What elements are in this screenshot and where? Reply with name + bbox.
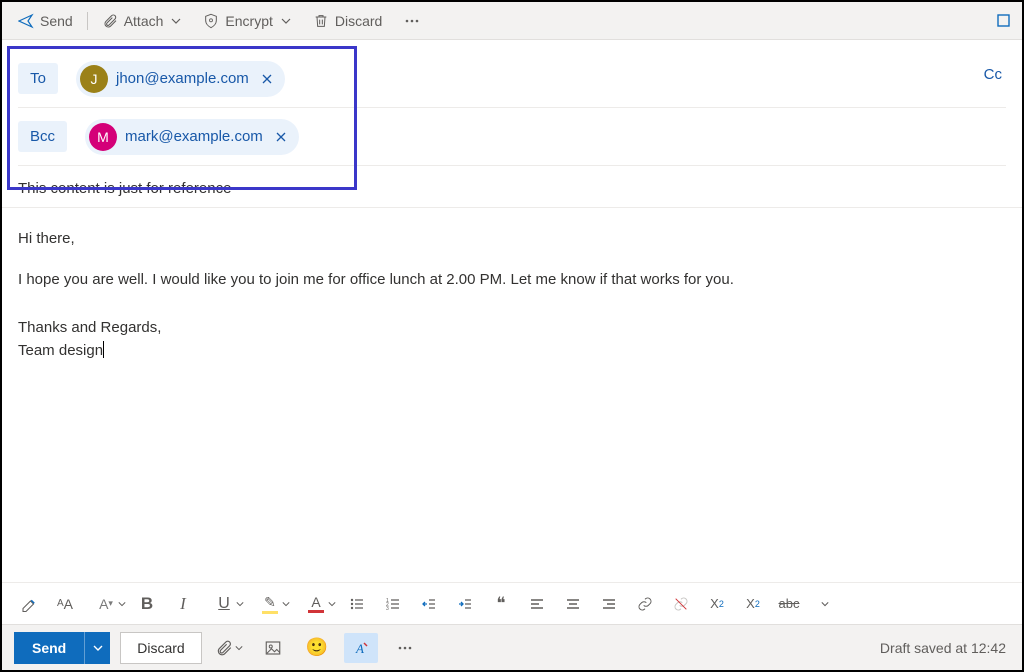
emoji-icon[interactable]: 🙂: [300, 633, 334, 663]
more-bottom-icon[interactable]: [388, 633, 422, 663]
divider: [87, 12, 88, 30]
align-center-icon[interactable]: [556, 589, 590, 619]
remove-recipient-icon[interactable]: [271, 131, 291, 143]
attach-button[interactable]: Attach: [92, 6, 192, 36]
font-color-button[interactable]: A: [294, 589, 338, 619]
align-right-icon[interactable]: [592, 589, 626, 619]
cc-button[interactable]: Cc: [984, 66, 1002, 83]
paperclip-icon: [102, 13, 118, 29]
send-main[interactable]: Send: [14, 632, 84, 664]
outdent-icon[interactable]: [412, 589, 446, 619]
quote-button[interactable]: ❝: [484, 589, 518, 619]
link-icon[interactable]: [628, 589, 662, 619]
shield-icon: [203, 13, 219, 29]
chevron-down-icon: [236, 600, 244, 608]
encrypt-button[interactable]: Encrypt: [193, 6, 300, 36]
insert-picture-icon[interactable]: [256, 633, 290, 663]
attach-label: Attach: [124, 13, 164, 29]
show-formatting-icon[interactable]: A: [344, 633, 378, 663]
subject-text: This content is just for reference: [18, 180, 231, 197]
more-button-top[interactable]: [394, 6, 430, 36]
bold-button[interactable]: B: [130, 589, 164, 619]
trash-icon: [313, 13, 329, 29]
svg-text:3: 3: [386, 606, 389, 612]
chevron-down-icon: [328, 600, 336, 608]
send-icon: [18, 13, 34, 29]
indent-icon[interactable]: [448, 589, 482, 619]
send-button-bottom[interactable]: Send: [14, 632, 110, 664]
svg-text:A: A: [355, 641, 364, 656]
align-left-icon[interactable]: [520, 589, 554, 619]
send-label: Send: [40, 13, 73, 29]
to-row[interactable]: To J jhon@example.com Cc: [18, 50, 1006, 108]
fmt-more-icon[interactable]: [808, 589, 842, 619]
attach-bottom-icon[interactable]: [212, 633, 246, 663]
toolbar-top: Send Attach Encrypt Discard: [2, 2, 1022, 40]
underline-button[interactable]: U: [202, 589, 246, 619]
chevron-down-icon: [282, 600, 290, 608]
draft-status: Draft saved at 12:42: [880, 640, 1010, 656]
subject-field[interactable]: This content is just for reference: [2, 166, 1022, 208]
encrypt-label: Encrypt: [225, 13, 272, 29]
highlight-color-button[interactable]: ✎: [248, 589, 292, 619]
compose-window: Send Attach Encrypt Discard To J: [0, 0, 1024, 672]
italic-button[interactable]: I: [166, 589, 200, 619]
chevron-down-icon: [171, 16, 181, 26]
body-paragraph: I hope you are well. I would like you to…: [18, 269, 1006, 292]
to-recipient-pill[interactable]: J jhon@example.com: [76, 61, 285, 97]
recipient-email: jhon@example.com: [116, 70, 249, 87]
popout-button[interactable]: [986, 6, 1016, 36]
subscript-button[interactable]: X2: [736, 589, 770, 619]
bcc-row[interactable]: Bcc M mark@example.com: [18, 108, 1006, 166]
font-size-button[interactable]: A▾: [84, 589, 128, 619]
more-icon: [404, 13, 420, 29]
font-family-button[interactable]: AA: [48, 589, 82, 619]
message-body[interactable]: Hi there, I hope you are well. I would l…: [2, 208, 1022, 582]
body-greeting: Hi there,: [18, 228, 1006, 251]
chevron-down-icon: [235, 644, 243, 652]
remove-recipient-icon[interactable]: [257, 73, 277, 85]
unlink-icon[interactable]: [664, 589, 698, 619]
recipients: To J jhon@example.com Cc Bcc M mark@exam…: [2, 40, 1022, 166]
strikethrough-button[interactable]: abc: [772, 589, 806, 619]
popout-icon: [996, 13, 1012, 29]
text-cursor: [103, 341, 104, 358]
chevron-down-icon: [93, 643, 103, 653]
send-button-top[interactable]: Send: [8, 6, 83, 36]
bullets-icon[interactable]: [340, 589, 374, 619]
send-split[interactable]: [84, 632, 110, 664]
numbering-icon[interactable]: 123: [376, 589, 410, 619]
recipient-email: mark@example.com: [125, 128, 263, 145]
bcc-label[interactable]: Bcc: [18, 121, 67, 152]
body-sig1: Thanks and Regards,: [18, 317, 1006, 340]
discard-button-top[interactable]: Discard: [303, 6, 392, 36]
bcc-recipient-pill[interactable]: M mark@example.com: [85, 119, 299, 155]
bottom-bar: Send Discard 🙂 A Draft saved at 12:42: [2, 624, 1022, 670]
superscript-button[interactable]: X2: [700, 589, 734, 619]
discard-label: Discard: [335, 13, 382, 29]
body-sig2: Team design: [18, 342, 103, 359]
discard-button-bottom[interactable]: Discard: [120, 632, 201, 664]
format-toolbar: AA A▾ B I U ✎ A 123 ❝ X2 X2 abc: [2, 582, 1022, 624]
chevron-down-icon: [281, 16, 291, 26]
avatar: M: [89, 123, 117, 151]
chevron-down-icon: [118, 600, 126, 608]
to-label[interactable]: To: [18, 63, 58, 94]
avatar: J: [80, 65, 108, 93]
fmt-paint-icon[interactable]: [12, 589, 46, 619]
